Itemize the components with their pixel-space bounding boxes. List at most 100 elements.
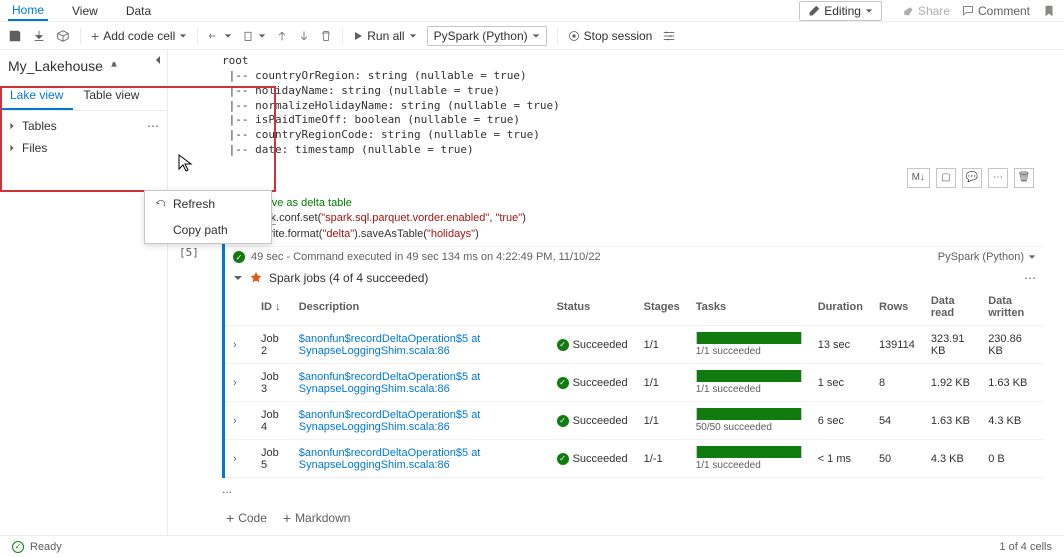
add-markdown-label: Markdown: [295, 511, 350, 525]
notebook-content: root |-- countryOrRegion: string (nullab…: [168, 50, 1064, 535]
job-stages: 1/1: [636, 402, 688, 440]
collapse-sidebar-button[interactable]: [153, 54, 163, 68]
code-editor[interactable]: 1 2 3 # Save as delta table spark.conf.s…: [225, 192, 1044, 246]
stop-icon: [568, 30, 580, 42]
cell-more-button[interactable]: ⋯: [988, 168, 1008, 188]
pin-icon[interactable]: [109, 61, 119, 71]
output-label: [5]: [179, 246, 199, 259]
table-view-tab[interactable]: Table view: [73, 82, 149, 110]
chevron-left-icon: [153, 55, 163, 65]
tab-home[interactable]: Home: [8, 1, 48, 21]
code-cell: 1 2 3 # Save as delta table spark.conf.s…: [222, 192, 1044, 478]
tree-tables-more[interactable]: ⋯: [147, 119, 159, 133]
table-row[interactable]: › Job 5 $anonfun$recordDeltaOperation$5 …: [225, 440, 1044, 478]
share-button[interactable]: Share: [902, 4, 950, 18]
expand-row[interactable]: ›: [233, 339, 237, 351]
move-up-icon[interactable]: [276, 30, 288, 42]
stop-session-button[interactable]: Stop session: [568, 29, 653, 43]
col-status[interactable]: Status: [549, 289, 636, 326]
job-tasks: 1/1 succeeded: [688, 440, 810, 478]
job-read: 4.3 KB: [923, 440, 980, 478]
cell-collapse-button[interactable]: ▢: [936, 168, 956, 188]
context-refresh-label: Refresh: [173, 197, 215, 211]
exec-lang-text: PySpark (Python): [938, 251, 1024, 263]
editing-mode-button[interactable]: Editing: [799, 1, 882, 21]
expand-row[interactable]: ›: [233, 415, 237, 427]
language-select[interactable]: PySpark (Python): [427, 26, 547, 46]
code-content: # Save as delta table spark.conf.set("sp…: [249, 196, 526, 242]
chevron-down-icon[interactable]: [1028, 253, 1036, 261]
download-icon[interactable]: [32, 29, 46, 43]
play-icon: [353, 31, 363, 41]
job-status: ✓Succeeded: [557, 453, 628, 465]
spark-icon: [249, 271, 263, 285]
execution-status: ✓ 49 sec - Command executed in 49 sec 13…: [225, 246, 1044, 267]
col-read[interactable]: Data read: [923, 289, 980, 326]
job-tasks: 50/50 succeeded: [688, 402, 810, 440]
undo-button[interactable]: [208, 30, 232, 42]
context-menu-copy-path[interactable]: Copy path: [145, 217, 271, 243]
add-code-button[interactable]: +Code: [226, 510, 267, 526]
comment-icon: [962, 5, 974, 17]
spark-jobs-summary[interactable]: Spark jobs (4 of 4 succeeded) ⋯: [225, 267, 1044, 289]
language-label: PySpark (Python): [434, 29, 528, 43]
expand-row[interactable]: ›: [233, 377, 237, 389]
table-row[interactable]: › Job 2 $anonfun$recordDeltaOperation$5 …: [225, 326, 1044, 364]
job-read: 1.92 KB: [923, 364, 980, 402]
comment-button[interactable]: Comment: [962, 4, 1030, 18]
job-desc[interactable]: $anonfun$recordDeltaOperation$5 at Synap…: [291, 364, 549, 402]
delete-icon[interactable]: [320, 30, 332, 42]
cell-toolbar: M↓ ▢ 💬 ⋯ 🗑: [222, 168, 1034, 188]
job-tasks: 1/1 succeeded: [688, 326, 810, 364]
cube-icon[interactable]: [56, 29, 70, 43]
run-all-button[interactable]: Run all: [353, 29, 416, 43]
job-status: ✓Succeeded: [557, 339, 628, 351]
job-desc[interactable]: $anonfun$recordDeltaOperation$5 at Synap…: [291, 440, 549, 478]
add-markdown-button[interactable]: +Markdown: [283, 510, 351, 526]
cell-comment-button[interactable]: 💬: [962, 168, 982, 188]
col-written[interactable]: Data written: [980, 289, 1044, 326]
run-all-label: Run all: [367, 29, 404, 43]
context-menu-refresh[interactable]: Refresh: [145, 191, 271, 217]
tree-tables-node[interactable]: Tables ⋯: [0, 115, 167, 137]
collapsed-output[interactable]: ...: [222, 478, 1044, 500]
tree-files-node[interactable]: Files: [0, 137, 167, 159]
col-desc[interactable]: Description: [291, 289, 549, 326]
col-id[interactable]: ID ↓: [253, 289, 291, 326]
clipboard-icon: [242, 30, 254, 42]
col-duration[interactable]: Duration: [810, 289, 871, 326]
col-rows[interactable]: Rows: [871, 289, 923, 326]
settings-variables-icon[interactable]: [662, 29, 676, 43]
sidebar: My_Lakehouse Lake view Table view Tables…: [0, 50, 168, 535]
table-row[interactable]: › Job 4 $anonfun$recordDeltaOperation$5 …: [225, 402, 1044, 440]
move-down-icon[interactable]: [298, 30, 310, 42]
tab-data[interactable]: Data: [122, 2, 155, 20]
col-stages[interactable]: Stages: [636, 289, 688, 326]
job-written: 230.86 KB: [980, 326, 1044, 364]
chevron-down-icon: [865, 7, 873, 15]
job-written: 1.63 KB: [980, 364, 1044, 402]
save-icon[interactable]: [8, 29, 22, 43]
chevron-down-icon: [224, 32, 232, 40]
stop-session-label: Stop session: [584, 29, 653, 43]
clipboard-button[interactable]: [242, 30, 266, 42]
tab-view[interactable]: View: [68, 2, 102, 20]
col-tasks[interactable]: Tasks: [688, 289, 810, 326]
bookmark-icon[interactable]: [1042, 4, 1056, 18]
refresh-icon: [155, 198, 167, 210]
cell-delete-button[interactable]: 🗑: [1014, 168, 1034, 188]
job-rows: 50: [871, 440, 923, 478]
cell-convert-markdown[interactable]: M↓: [907, 168, 930, 188]
job-desc[interactable]: $anonfun$recordDeltaOperation$5 at Synap…: [291, 402, 549, 440]
spark-more-button[interactable]: ⋯: [1024, 271, 1036, 285]
job-stages: 1/1: [636, 364, 688, 402]
add-code-cell-button[interactable]: + Add code cell: [91, 28, 187, 44]
table-row[interactable]: › Job 3 $anonfun$recordDeltaOperation$5 …: [225, 364, 1044, 402]
tree-tables-label: Tables: [22, 119, 57, 133]
job-desc[interactable]: $anonfun$recordDeltaOperation$5 at Synap…: [291, 326, 549, 364]
jobs-header-row: ID ↓ Description Status Stages Tasks Dur…: [225, 289, 1044, 326]
job-stages: 1/1: [636, 326, 688, 364]
lake-view-tab[interactable]: Lake view: [0, 82, 73, 110]
expand-row[interactable]: ›: [233, 453, 237, 465]
add-code-cell-label: Add code cell: [103, 29, 175, 43]
